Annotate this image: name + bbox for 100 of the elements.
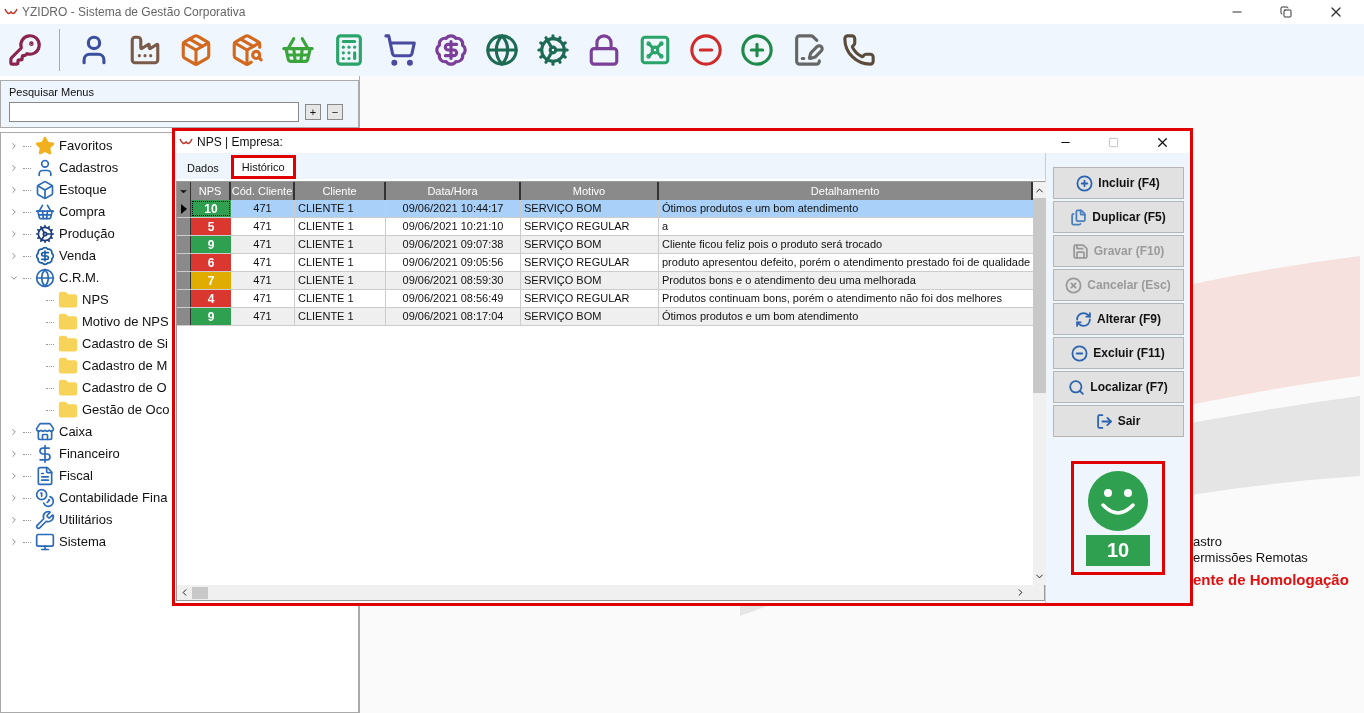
globe-icon bbox=[35, 268, 55, 288]
table-row[interactable]: 9 471 CLIENTE 1 09/06/2021 08:17:04 SERVIÇO BOM Ótimos produtos e um bom atendimento bbox=[177, 308, 1034, 326]
action-button[interactable]: Duplicar (F5) bbox=[1052, 201, 1184, 233]
tree-item[interactable]: Cadastros bbox=[59, 158, 119, 178]
tree-item[interactable]: Fiscal bbox=[59, 466, 93, 486]
row-indicator[interactable] bbox=[177, 254, 191, 271]
tab[interactable]: Histórico bbox=[230, 155, 296, 179]
refresh-icon bbox=[1075, 310, 1092, 328]
expand-icon[interactable] bbox=[9, 141, 19, 151]
cart-icon[interactable] bbox=[383, 33, 417, 67]
package-search-icon[interactable] bbox=[230, 33, 264, 67]
row-indicator[interactable] bbox=[177, 308, 191, 325]
tree-item[interactable]: Compra bbox=[59, 202, 106, 222]
tree-item[interactable]: Venda bbox=[59, 246, 96, 266]
tree-item[interactable]: Sistema bbox=[59, 532, 106, 552]
safe-icon[interactable] bbox=[638, 33, 672, 67]
expand-icon[interactable] bbox=[9, 163, 19, 173]
folder-icon bbox=[58, 312, 78, 332]
globe-icon[interactable] bbox=[485, 33, 519, 67]
tree-item[interactable]: Cadastro de Si bbox=[82, 334, 168, 354]
tree-item[interactable]: NPS bbox=[82, 290, 109, 310]
tree-item[interactable]: Cadastro de O bbox=[82, 378, 167, 398]
table-cell: 09/06/2021 10:21:10 bbox=[386, 218, 521, 235]
tab[interactable]: Dados bbox=[179, 157, 227, 179]
table-cell-text: Cliente ficou feliz pois o produto será trocado bbox=[661, 237, 884, 253]
tree-item[interactable]: C.R.M. bbox=[59, 268, 100, 288]
tree-item[interactable]: Motivo de NPS bbox=[82, 312, 169, 332]
scroll-thumb[interactable] bbox=[1033, 198, 1047, 393]
background-text: astro bbox=[1193, 534, 1223, 551]
dialog-logo-icon bbox=[179, 137, 193, 147]
table-cell: 471 bbox=[231, 254, 295, 271]
background-text: ermissões Remotas bbox=[1193, 550, 1309, 567]
expand-icon[interactable] bbox=[9, 185, 19, 195]
table-row[interactable]: 10 471 CLIENTE 1 09/06/2021 10:44:17 SERVIÇO BOM Ótimos produtos e um bom atendimento bbox=[177, 200, 1034, 218]
search-field[interactable] bbox=[9, 102, 299, 122]
search-label: Pesquisar Menus bbox=[9, 87, 95, 98]
table-cell: 471 bbox=[231, 218, 295, 235]
gear-icon[interactable] bbox=[536, 33, 570, 67]
vertical-scrollbar[interactable] bbox=[1033, 182, 1047, 585]
nps-cell: 9 bbox=[191, 236, 231, 253]
package-icon[interactable] bbox=[179, 33, 213, 67]
row-indicator[interactable] bbox=[177, 200, 191, 217]
key-icon[interactable] bbox=[8, 33, 42, 67]
factory-icon[interactable] bbox=[128, 33, 162, 67]
lock-icon[interactable] bbox=[587, 33, 621, 67]
collapse-all-button[interactable]: − bbox=[327, 104, 343, 120]
row-indicator[interactable] bbox=[177, 290, 191, 307]
tree-item[interactable]: Estoque bbox=[59, 180, 107, 200]
expand-icon[interactable] bbox=[9, 493, 19, 503]
dialog-title: NPS | Empresa: bbox=[197, 134, 283, 151]
table-cell: SERVIÇO REGULAR bbox=[521, 218, 659, 235]
expand-icon[interactable] bbox=[9, 537, 19, 547]
expand-icon[interactable] bbox=[9, 427, 19, 437]
app-logo-icon bbox=[4, 7, 18, 17]
action-button[interactable]: Excluir (F11) bbox=[1052, 337, 1184, 369]
copy-icon bbox=[1070, 208, 1088, 226]
expand-icon[interactable] bbox=[9, 207, 19, 217]
action-button[interactable]: Incluir (F4) bbox=[1052, 167, 1184, 199]
action-button[interactable]: Sair bbox=[1052, 405, 1184, 437]
tree-item[interactable]: Contabilidade Fina bbox=[59, 488, 168, 508]
table-cell: 09/06/2021 08:17:04 bbox=[386, 308, 521, 325]
table-cell: 471 bbox=[231, 200, 295, 217]
tree-item[interactable]: Utilitários bbox=[59, 510, 113, 530]
tree-item[interactable]: Favoritos bbox=[59, 136, 113, 156]
expand-icon[interactable] bbox=[9, 229, 19, 239]
tree-item[interactable]: Cadastro de M bbox=[82, 356, 168, 376]
table-cell-text: Ótimos produtos e um bom atendimento bbox=[661, 309, 860, 325]
expand-icon[interactable] bbox=[9, 251, 19, 261]
phone-icon[interactable] bbox=[842, 33, 876, 67]
table-cell: CLIENTE 1 bbox=[295, 218, 386, 235]
table-row[interactable]: 6 471 CLIENTE 1 09/06/2021 09:05:56 SERVIÇO REGULAR produto apresentou defeito, porém o atendimento prestado foi de qualidade bbox=[177, 254, 1034, 272]
table-cell: 09/06/2021 09:07:38 bbox=[386, 236, 521, 253]
tree-item[interactable]: Gestão de Oco bbox=[82, 400, 170, 420]
horizontal-scrollbar[interactable] bbox=[177, 585, 1044, 600]
action-button[interactable]: Localizar (F7) bbox=[1052, 371, 1184, 403]
table-row[interactable]: 9 471 CLIENTE 1 09/06/2021 09:07:38 SERVIÇO BOM Cliente ficou feliz pois o produto será trocado bbox=[177, 236, 1034, 254]
form-icon bbox=[35, 466, 55, 486]
table-row[interactable]: 4 471 CLIENTE 1 09/06/2021 08:56:49 SERVIÇO REGULAR Produtos continuam bons, porém o atendimento não foi dos melhores bbox=[177, 290, 1034, 308]
basket-icon bbox=[35, 202, 55, 222]
table-cell: CLIENTE 1 bbox=[295, 290, 386, 307]
row-indicator[interactable] bbox=[177, 236, 191, 253]
row-indicator[interactable] bbox=[177, 272, 191, 289]
table-cell: 471 bbox=[231, 290, 295, 307]
table-cell: CLIENTE 1 bbox=[295, 236, 386, 253]
row-indicator[interactable] bbox=[177, 218, 191, 235]
tree-item[interactable]: Financeiro bbox=[59, 444, 120, 464]
table-cell: 09/06/2021 09:05:56 bbox=[386, 254, 521, 271]
tree-item[interactable]: Caixa bbox=[59, 422, 93, 442]
table-row[interactable]: 5 471 CLIENTE 1 09/06/2021 10:21:10 SERVIÇO REGULAR a bbox=[177, 218, 1034, 236]
expand-icon[interactable] bbox=[9, 449, 19, 459]
table-cell: SERVIÇO BOM bbox=[521, 272, 659, 289]
table-row[interactable]: 7 471 CLIENTE 1 09/06/2021 08:59:30 SERVIÇO BOM Produtos bons e o atendimento deu uma melhorada bbox=[177, 272, 1034, 290]
tree-item[interactable]: Produção bbox=[59, 224, 115, 244]
expand-all-button[interactable]: + bbox=[305, 104, 321, 120]
collapse-icon[interactable] bbox=[9, 273, 19, 283]
action-button[interactable]: Alterar (F9) bbox=[1052, 303, 1184, 335]
expand-icon[interactable] bbox=[9, 515, 19, 525]
restore-icon[interactable] bbox=[1280, 6, 1292, 18]
scroll-thumb[interactable] bbox=[192, 586, 208, 599]
expand-icon[interactable] bbox=[9, 471, 19, 481]
